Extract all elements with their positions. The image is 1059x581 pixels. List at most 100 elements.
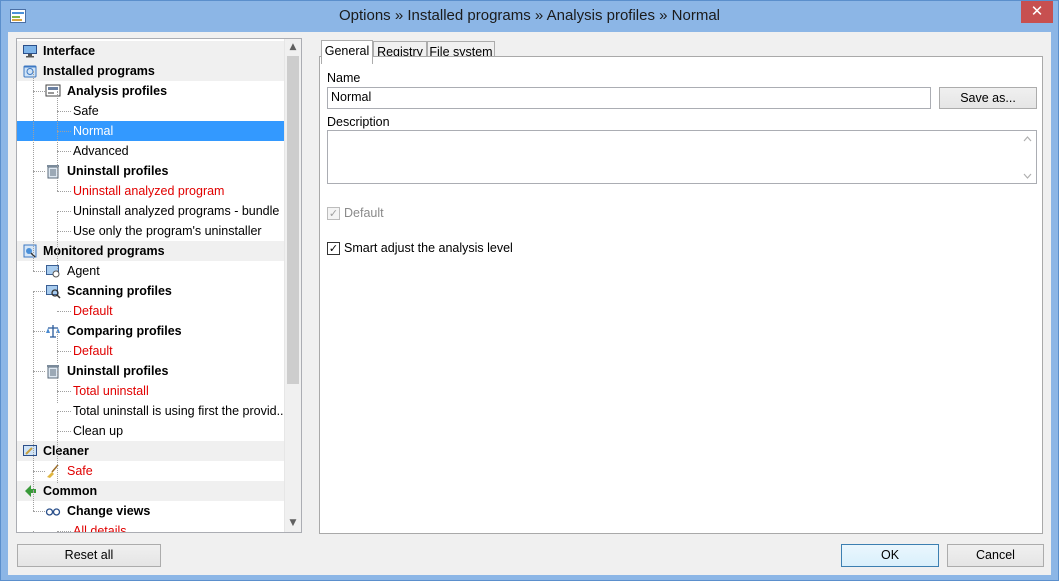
monitored-programs-icon (23, 244, 37, 258)
trash-bin-icon (47, 165, 59, 179)
tree-item-label: Default (73, 344, 113, 358)
tree-item-label: Cleaner (43, 444, 89, 458)
tree-item[interactable]: All details (17, 521, 285, 532)
name-label: Name (327, 71, 361, 85)
tree-item-label: Clean up (73, 424, 124, 438)
tree-scrollbar[interactable]: ▲ ▼ (284, 39, 301, 532)
tree-item-label: Total uninstall (73, 384, 149, 398)
tree-content: Interface Installed programs Analysis prof… (17, 39, 285, 532)
tree-connector (33, 371, 45, 372)
glasses-icon (45, 508, 61, 516)
installed-programs-icon (23, 65, 37, 78)
trash-bin-icon (47, 365, 59, 379)
options-tree[interactable]: Interface Installed programs Analysis prof… (16, 38, 302, 533)
description-label: Description (327, 115, 390, 129)
tree-item[interactable]: Scanning profiles (17, 281, 285, 301)
tree-connector (33, 271, 45, 272)
tree-item-label: Safe (67, 464, 93, 478)
tree-item-label: Normal (73, 124, 114, 138)
tree-item-label: Monitored programs (43, 244, 165, 258)
tree-item-label: Agent (67, 264, 100, 278)
reset-all-button[interactable]: Reset all (17, 544, 161, 567)
smart-adjust-checkbox[interactable]: ✓ (327, 242, 340, 255)
balance-scale-icon (46, 325, 60, 338)
tree-connector (57, 391, 71, 392)
tree-item-label: Uninstall profiles (67, 364, 169, 378)
tree-item-label: Uninstall analyzed program (73, 184, 225, 198)
scroll-down-arrow-icon[interactable]: ▼ (285, 515, 301, 532)
default-checkbox: ✓ (327, 207, 340, 220)
default-checkbox-label: Default (344, 206, 384, 220)
tree-connector (57, 411, 71, 412)
analysis-profiles-icon (45, 84, 61, 97)
tree-item-label: Comparing profiles (67, 324, 182, 338)
save-as-button[interactable]: Save as... (939, 87, 1037, 109)
close-button[interactable]: ✕ (1021, 1, 1053, 23)
title-bar[interactable]: Options » Installed programs » Analysis … (1, 1, 1058, 32)
tree-item-label: Total uninstall is using first the provi… (73, 404, 285, 418)
tree-connector (33, 91, 45, 92)
name-field[interactable]: Normal (327, 87, 931, 109)
tree-connector (57, 351, 71, 352)
scanning-icon (46, 285, 61, 299)
smart-adjust-label[interactable]: Smart adjust the analysis level (344, 241, 513, 255)
agent-icon (46, 265, 60, 278)
tree-item-label: Use only the program's uninstaller (73, 224, 262, 238)
description-field[interactable] (327, 130, 1037, 184)
tree-item-label: Scanning profiles (67, 284, 172, 298)
tree-connector (57, 211, 71, 212)
cancel-button[interactable]: Cancel (947, 544, 1044, 567)
tree-connector (57, 411, 58, 483)
tree-connector (57, 311, 71, 312)
tree-item-label: Change views (67, 504, 151, 518)
scroll-up-arrow-icon[interactable]: ▲ (285, 39, 301, 56)
tree-item-label: Analysis profiles (67, 84, 168, 98)
tree-connector (57, 131, 71, 132)
tree-connector (33, 531, 34, 532)
tree-connector (57, 191, 71, 192)
tree-item-label: Default (73, 304, 113, 318)
tree-connector (57, 231, 71, 232)
tree-item-label: Uninstall analyzed programs - bundle (73, 204, 280, 218)
tree-item-label: All details (73, 524, 127, 532)
tree-item[interactable]: Interface (17, 41, 285, 61)
scroll-thumb[interactable] (287, 56, 299, 384)
tree-item[interactable]: Common (17, 481, 285, 501)
green-arrows-icon (25, 485, 36, 497)
dialog-body: Interface Installed programs Analysis prof… (8, 32, 1051, 575)
tree-connector (57, 151, 71, 152)
tree-item-label: Interface (43, 44, 96, 58)
tree-item-label: Uninstall profiles (67, 164, 169, 178)
tree-connector (57, 371, 58, 403)
tree-item[interactable]: Change views (17, 501, 285, 521)
broom-icon (47, 464, 59, 478)
tree-connector (33, 71, 34, 271)
tree-connector (33, 471, 45, 472)
options-window: Options » Installed programs » Analysis … (0, 0, 1059, 581)
tree-item[interactable]: Default (17, 301, 285, 321)
description-scrollbar[interactable] (1019, 131, 1036, 184)
tree-connector (57, 531, 71, 532)
tree-connector (33, 291, 34, 491)
tree-connector (33, 171, 45, 172)
tree-connector (57, 91, 58, 191)
tree-connector (57, 331, 58, 363)
tree-connector (33, 331, 45, 332)
tree-connector (33, 291, 45, 292)
tree-item-label: Advanced (73, 144, 129, 158)
general-tab-panel: Name Normal Save as... Description ✓ Def… (319, 56, 1043, 534)
tree-item-label: Installed programs (43, 64, 155, 78)
window-title: Options » Installed programs » Analysis … (338, 7, 720, 24)
monitor-icon (23, 45, 37, 58)
tree-item-label: Common (43, 484, 98, 498)
tree-connector (33, 511, 45, 512)
tree-item[interactable]: Installed programs (17, 61, 285, 81)
tree-connector (57, 211, 58, 271)
ok-button[interactable]: OK (841, 544, 939, 567)
tree-connector (57, 431, 71, 432)
cleaner-icon (23, 445, 37, 456)
tree-item-label: Safe (73, 104, 99, 118)
tree-connector (33, 491, 34, 511)
tree-connector (57, 111, 71, 112)
tab-general[interactable]: General (321, 40, 373, 64)
